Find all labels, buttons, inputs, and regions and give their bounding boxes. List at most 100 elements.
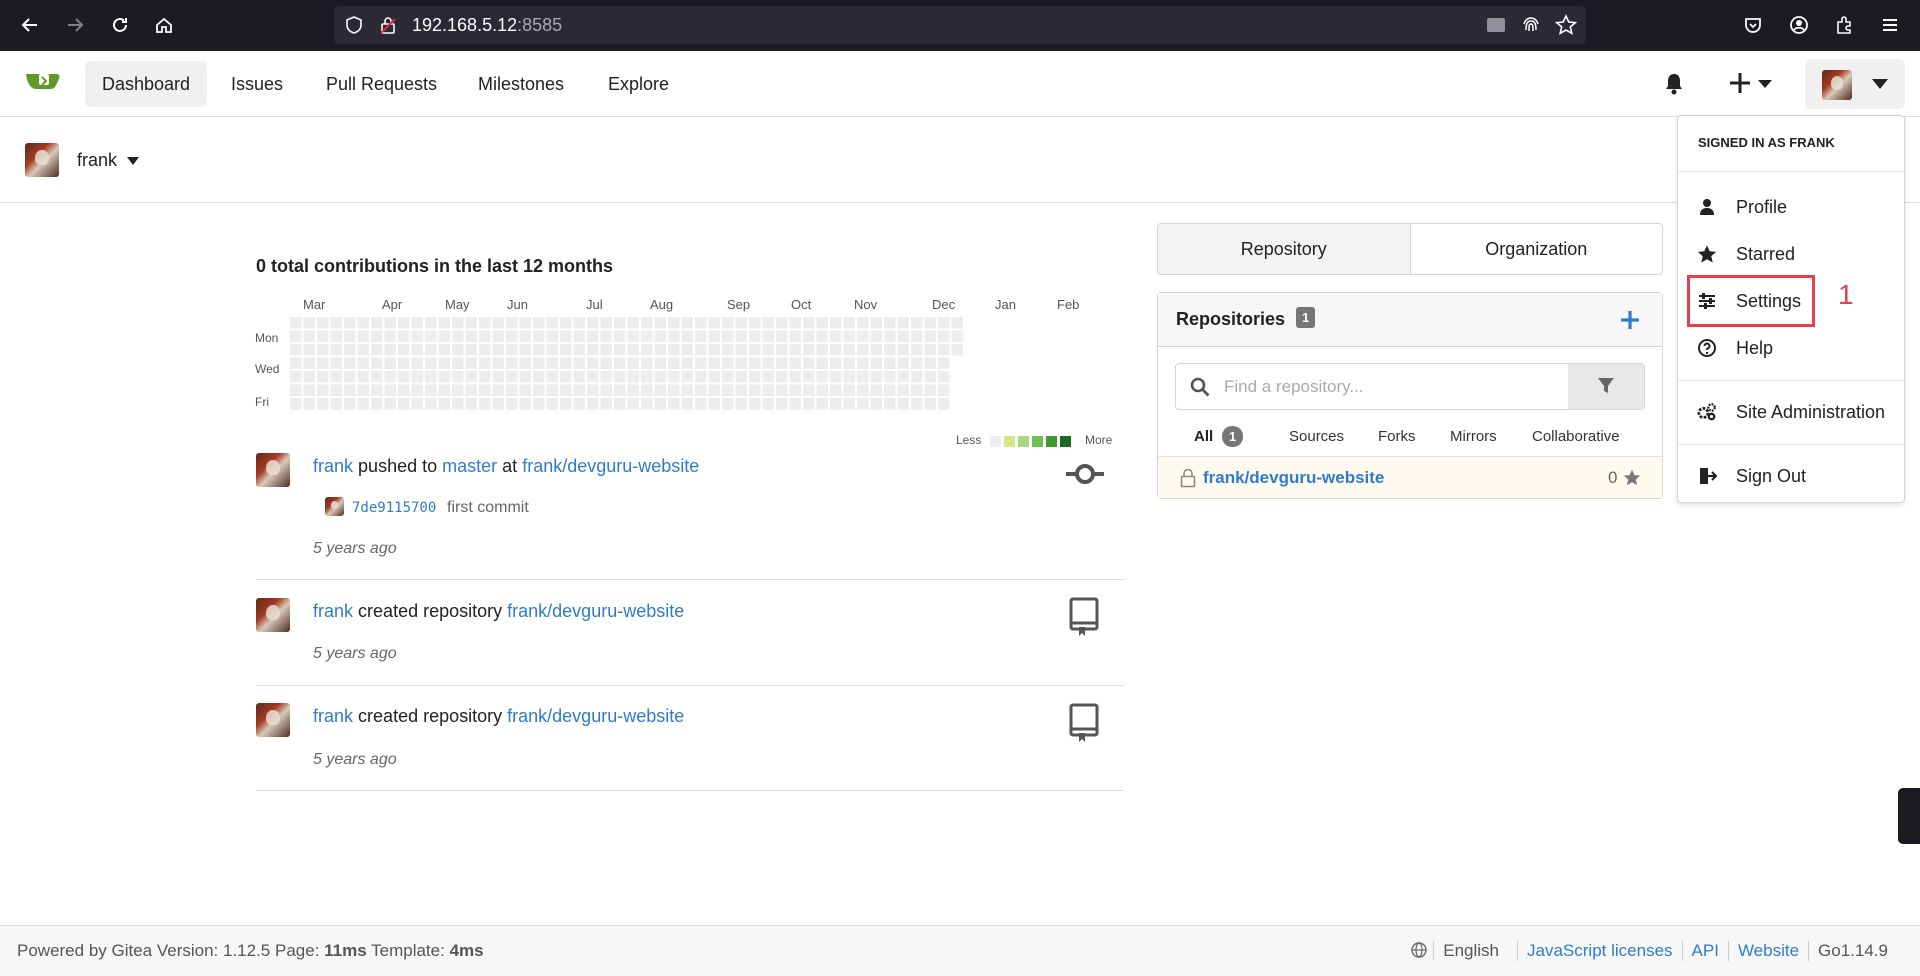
menu-item-sign-out[interactable]: Sign Out — [1678, 453, 1904, 499]
feed-repo-link[interactable]: frank/devguru-website — [522, 456, 699, 476]
nav-dashboard[interactable]: Dashboard — [85, 61, 208, 107]
heatmap-day-cell — [452, 371, 464, 383]
heatmap-day-cell — [776, 357, 788, 369]
feed-user-link[interactable]: frank — [313, 601, 353, 621]
reload-icon[interactable] — [105, 10, 135, 40]
heatmap-day-cell — [587, 317, 599, 329]
menu-item-starred[interactable]: Starred — [1678, 231, 1904, 277]
heatmap-day-cell — [857, 398, 869, 410]
heatmap-day-cell — [911, 384, 923, 396]
feed-avatar[interactable] — [256, 453, 290, 487]
repositories-title: Repositories — [1176, 309, 1286, 329]
menu-item-site-administration[interactable]: Site Administration — [1678, 389, 1904, 435]
heatmap-day-cell — [830, 344, 842, 356]
heatmap-day-cell — [452, 317, 464, 329]
heatmap-day-cell — [357, 371, 369, 383]
heatmap-day-cell — [303, 384, 315, 396]
create-new-dropdown[interactable] — [1730, 69, 1776, 104]
nav-issues[interactable]: Issues — [214, 61, 300, 107]
subtab-sources[interactable]: Sources — [1289, 428, 1344, 445]
heatmap-day-cell — [749, 330, 761, 342]
heatmap-day-cell — [870, 398, 882, 410]
footer-link-website[interactable]: Website — [1727, 941, 1808, 961]
heatmap-day-cell — [830, 330, 842, 342]
heatmap-day-cell — [587, 384, 599, 396]
feed-repo-link[interactable]: frank/devguru-website — [507, 706, 684, 726]
feed-avatar[interactable] — [256, 703, 290, 737]
heatmap-day-cell — [465, 357, 477, 369]
feed-time: 5 years ago — [313, 540, 397, 557]
sidebar-handle[interactable] — [1898, 788, 1920, 844]
menu-item-profile[interactable]: Profile — [1678, 184, 1904, 230]
add-repo-plus-icon[interactable] — [1620, 310, 1640, 330]
pocket-icon[interactable] — [1738, 10, 1768, 40]
subtab-forks[interactable]: Forks — [1378, 428, 1416, 445]
chevron-down-icon[interactable] — [127, 157, 139, 165]
repo-name-link[interactable]: frank/devguru-website — [1203, 468, 1384, 488]
nav-milestones[interactable]: Milestones — [461, 61, 581, 107]
bookmark-star-icon[interactable] — [1555, 14, 1577, 36]
heatmap-day-cell — [573, 330, 585, 342]
forward-icon[interactable] — [60, 10, 90, 40]
notification-bell-icon[interactable] — [1661, 71, 1687, 102]
home-icon[interactable] — [149, 10, 179, 40]
fingerprint-icon[interactable] — [1521, 15, 1541, 35]
heatmap-day-cell — [317, 357, 329, 369]
top-navbar: Dashboard Issues Pull Requests Milestone… — [0, 51, 1920, 117]
url-bar[interactable]: 192.168.5.12:8585 — [334, 6, 1586, 44]
extensions-icon[interactable] — [1829, 10, 1859, 40]
subtab-all[interactable]: All — [1194, 428, 1213, 445]
menu-icon[interactable] — [1875, 10, 1905, 40]
account-icon[interactable] — [1784, 10, 1814, 40]
heatmap-day-cell — [830, 371, 842, 383]
language-selector[interactable]: English — [1402, 941, 1517, 961]
repositories-count-badge: 1 — [1296, 307, 1316, 328]
feed-avatar[interactable] — [256, 598, 290, 632]
insecure-lock-icon[interactable] — [378, 15, 398, 35]
gitea-logo-icon[interactable] — [24, 68, 62, 101]
footer-go-version: Go1.14.9 — [1808, 941, 1897, 961]
nav-explore[interactable]: Explore — [591, 61, 686, 107]
subtab-collaborative[interactable]: Collaborative — [1532, 428, 1620, 445]
heatmap-day-cell — [519, 344, 531, 356]
user-menu-toggle[interactable] — [1805, 59, 1905, 109]
footer-link-js-licenses[interactable]: JavaScript licenses — [1517, 941, 1682, 961]
nav-pull-requests[interactable]: Pull Requests — [309, 61, 454, 107]
subtab-mirrors[interactable]: Mirrors — [1450, 428, 1497, 445]
feed-user-link[interactable]: frank — [313, 456, 353, 476]
heatmap-day-cell — [371, 384, 383, 396]
heatmap-day-cell — [479, 398, 491, 410]
heatmap-day-cell — [303, 317, 315, 329]
heatmap-day-cell — [452, 330, 464, 342]
heatmap-day-cell — [857, 384, 869, 396]
tab-organization[interactable]: Organization — [1411, 224, 1663, 274]
footer-link-api[interactable]: API — [1681, 941, 1728, 961]
heatmap-day-cell — [519, 357, 531, 369]
shield-icon[interactable] — [344, 15, 364, 35]
legend-less: Less — [956, 433, 982, 447]
heatmap-day-cell — [438, 330, 450, 342]
commit-sha-link[interactable]: 7de9115700 — [352, 500, 436, 516]
repo-list-item[interactable]: frank/devguru-website 0 — [1158, 456, 1662, 498]
heatmap-day-cell — [344, 398, 356, 410]
heatmap-day-cell — [776, 398, 788, 410]
heatmap-day-cell — [681, 317, 693, 329]
heatmap-day-cell — [668, 384, 680, 396]
heatmap-day-cell — [654, 398, 666, 410]
menu-item-help[interactable]: Help — [1678, 325, 1904, 371]
reader-view-icon[interactable] — [1486, 16, 1506, 34]
repo-filter-button[interactable] — [1568, 364, 1644, 409]
heatmap-day-cell — [317, 317, 329, 329]
feed-branch-link[interactable]: master — [442, 456, 497, 476]
feed-repo-link[interactable]: frank/devguru-website — [507, 601, 684, 621]
repo-search-input[interactable]: Find a repository... — [1175, 363, 1645, 410]
context-user-switch[interactable]: frank — [77, 150, 117, 171]
back-icon[interactable] — [15, 10, 45, 40]
heatmap-day-cell — [897, 357, 909, 369]
repositories-panel: Repositories 1 Find a repository... All … — [1157, 292, 1663, 499]
heatmap-day-cell — [897, 371, 909, 383]
feed-user-link[interactable]: frank — [313, 706, 353, 726]
heatmap-day-cell — [857, 344, 869, 356]
heatmap-day-cell — [789, 344, 801, 356]
tab-repository[interactable]: Repository — [1158, 224, 1411, 274]
